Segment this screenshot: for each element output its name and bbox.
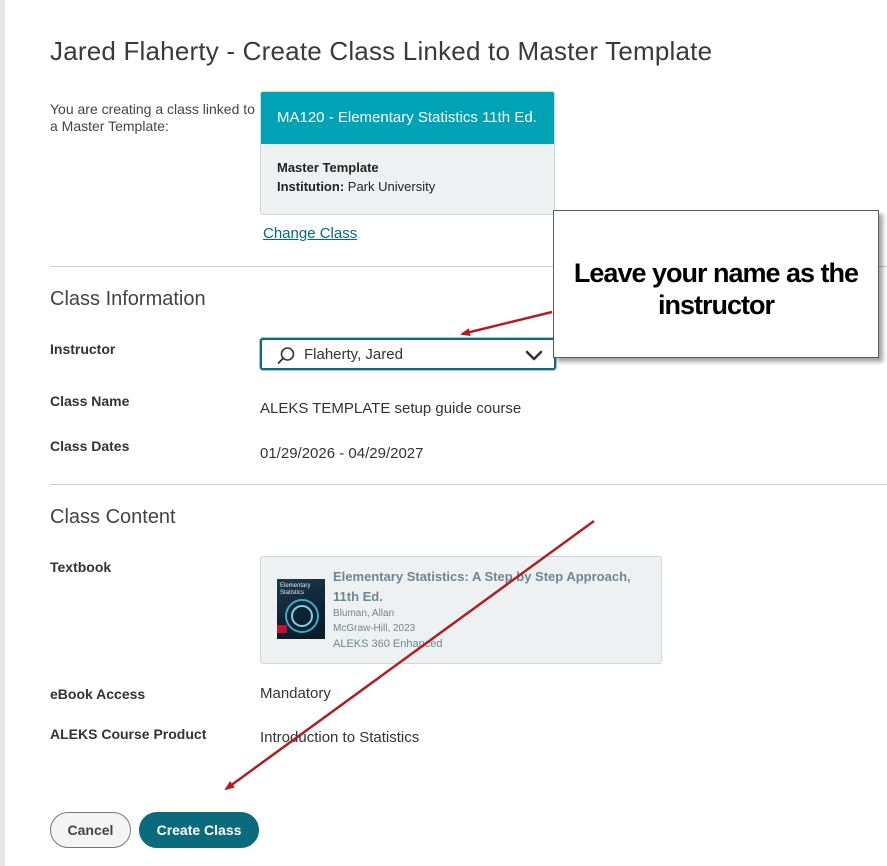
class-dates-value: 01/29/2026 - 04/29/2027 [260, 445, 424, 462]
textbook-author: Bluman, Allan [333, 608, 395, 619]
annotation-callout: Leave your name as the instructor [553, 210, 879, 358]
textbook-title: Elementary Statistics: A Step by Step Ap… [333, 569, 631, 604]
intro-text: You are creating a class linked to a Mas… [50, 101, 255, 134]
callout-text: Leave your name as the instructor [573, 258, 859, 320]
textbook-product: ALEKS 360 Enhanced [333, 638, 443, 650]
book-cover-image: Elementary Statistics [277, 579, 325, 639]
cover-title: Elementary Statistics [280, 583, 311, 596]
create-class-button[interactable]: Create Class [139, 812, 259, 848]
master-template-card: MA120 - Elementary Statistics 11th Ed. M… [260, 91, 555, 215]
template-class-name: MA120 - Elementary Statistics 11th Ed. [261, 92, 554, 144]
class-name-value: ALEKS TEMPLATE setup guide course [260, 400, 522, 417]
instructor-label: Instructor [50, 341, 116, 357]
ebook-access-value: Mandatory [260, 685, 331, 702]
course-product-value: Introduction to Statistics [260, 729, 420, 746]
textbook-publisher: McGraw-Hill, 2023 [333, 623, 416, 634]
course-product-label: ALEKS Course Product [50, 726, 207, 742]
institution-label: Institution: [277, 179, 345, 194]
instructor-value: Flaherty, Jared [304, 346, 403, 363]
class-content-heading: Class Content [50, 506, 176, 528]
cover-swirl-inner [291, 605, 313, 627]
change-class-link[interactable]: Change Class [263, 225, 357, 242]
left-rail [0, 0, 5, 866]
instructor-select[interactable]: Flaherty, Jared [260, 338, 556, 370]
search-icon [276, 346, 296, 371]
class-dates-label: Class Dates [50, 438, 130, 454]
class-name-label: Class Name [50, 393, 130, 409]
template-card-body: Master Template Institution: Park Univer… [261, 144, 554, 210]
class-information-heading: Class Information [50, 288, 206, 310]
cover-band [277, 625, 287, 633]
chevron-down-icon[interactable] [524, 349, 544, 368]
institution-value: Park University [347, 179, 436, 194]
template-type-label: Master Template [277, 160, 379, 175]
section-divider [50, 484, 887, 485]
page-title: Jared Flaherty - Create Class Linked to … [50, 36, 713, 66]
ebook-access-label: eBook Access [50, 686, 146, 702]
textbook-label: Textbook [50, 559, 112, 575]
cancel-button[interactable]: Cancel [50, 812, 131, 848]
textbook-card: Elementary Statistics Elementary Statist… [260, 556, 662, 664]
annotation-arrow-instructor [460, 310, 553, 336]
